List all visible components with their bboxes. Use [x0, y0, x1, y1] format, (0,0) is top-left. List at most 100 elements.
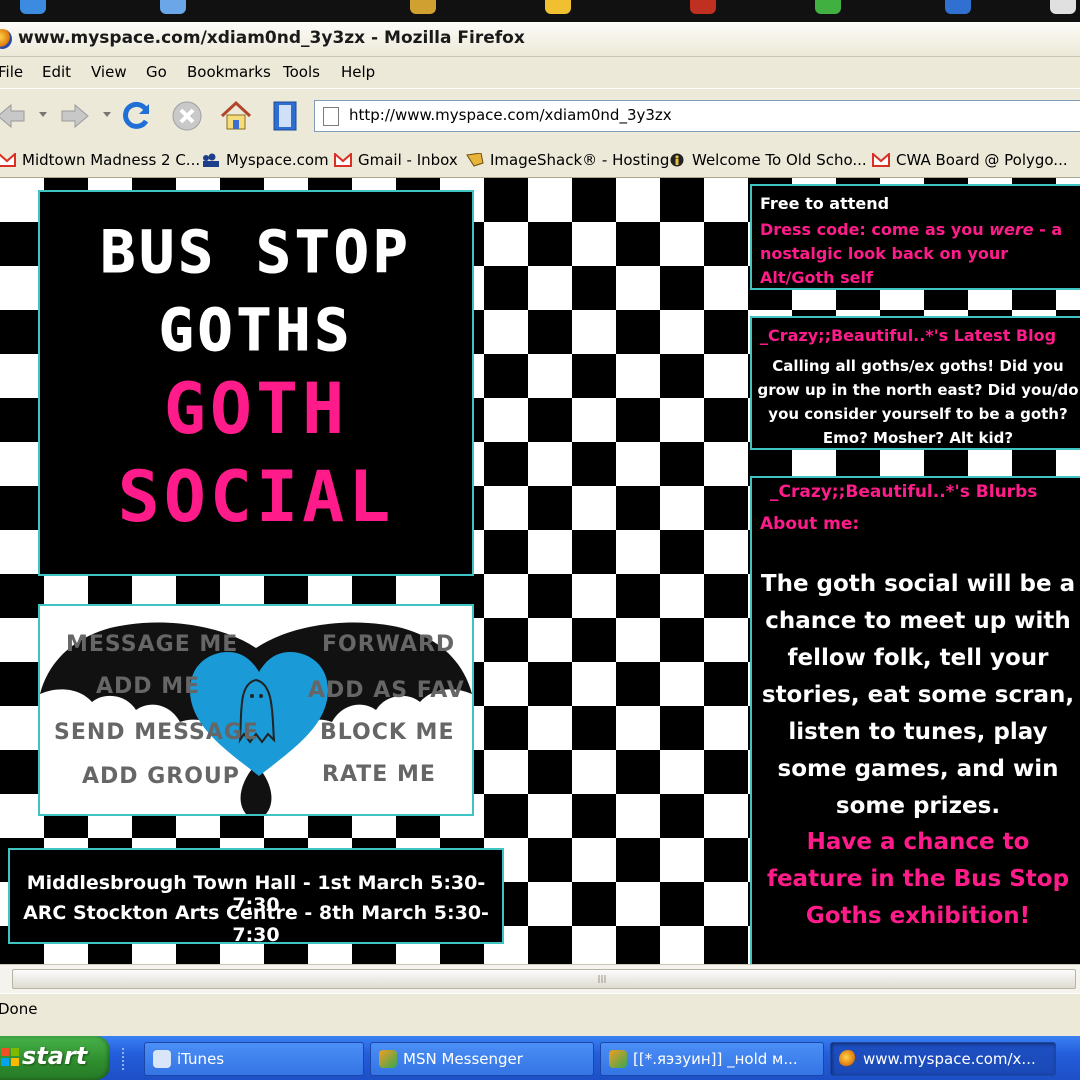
forward-arrow-icon[interactable] — [58, 99, 92, 133]
start-button[interactable]: start — [0, 1036, 110, 1080]
stop-icon[interactable] — [170, 99, 204, 133]
home-icon[interactable] — [219, 99, 253, 133]
desktop-icon[interactable] — [545, 0, 571, 14]
back-dropdown-icon[interactable] — [38, 111, 48, 119]
desktop-icon[interactable] — [1050, 0, 1076, 14]
message-me-button[interactable]: MESSAGE ME — [66, 632, 238, 657]
bookmark-item[interactable]: ImageShack® - Hosting — [466, 151, 669, 169]
reload-icon[interactable] — [120, 99, 154, 133]
menu-edit[interactable]: Edit — [42, 63, 71, 81]
window-title-bar[interactable]: www.myspace.com/xdiam0nd_3y3zx - Mozilla… — [0, 22, 1080, 57]
blurbs-panel: _Crazy;;Beautiful..*'s Blurbs About me: … — [750, 476, 1080, 964]
menu-bookmarks[interactable]: Bookmarks — [187, 63, 271, 81]
firefox-icon — [839, 1050, 857, 1068]
menu-go[interactable]: Go — [146, 63, 167, 81]
itunes-icon — [153, 1050, 171, 1068]
msn-icon — [609, 1050, 627, 1068]
gmail-icon — [0, 153, 16, 167]
bookmark-label: Midtown Madness 2 C... — [22, 151, 201, 169]
scrollbar-thumb[interactable] — [12, 969, 1076, 989]
url-input[interactable]: http://www.myspace.com/xdiam0nd_3y3zx — [314, 100, 1080, 132]
desktop-icon[interactable] — [160, 0, 186, 14]
blog-text[interactable]: Calling all goths/ex goths! Did you grow… — [756, 354, 1080, 450]
send-message-button[interactable]: SEND MESSAGE — [54, 720, 259, 745]
msn-icon — [379, 1050, 397, 1068]
taskbar: start iTunes MSN Messenger [[*.яэзуин]] … — [0, 1036, 1080, 1080]
navigation-toolbar: http://www.myspace.com/xdiam0nd_3y3zx — [0, 88, 1080, 146]
taskbar-item-label: [[*.яэзуин]] _ноld м... — [633, 1050, 798, 1068]
figure-icon — [670, 153, 684, 167]
menu-view[interactable]: View — [91, 63, 127, 81]
page-icon — [323, 107, 339, 126]
page-content: BUS STOP GOTHS GOTH SOCIAL MESSAGE ME FO… — [0, 178, 1080, 964]
taskbar-item-msn[interactable]: MSN Messenger — [370, 1042, 594, 1076]
imageshack-icon — [466, 153, 484, 167]
dress-code-part: Dress code: come as you — [760, 220, 990, 239]
rate-me-button[interactable]: RATE ME — [322, 762, 436, 787]
block-me-button[interactable]: BLOCK ME — [320, 720, 454, 745]
title-line-bus-stop: BUS STOP — [100, 218, 412, 287]
desktop-icon[interactable] — [410, 0, 436, 14]
bookmark-label: Gmail - Inbox — [358, 151, 458, 169]
gmail-icon — [334, 153, 352, 167]
bookmark-item[interactable]: Midtown Madness 2 C... — [0, 151, 200, 169]
bookmark-label: Myspace.com — [226, 151, 329, 169]
firefox-icon — [0, 29, 12, 49]
taskbar-item-chat[interactable]: [[*.яэзуин]] _ноld м... — [600, 1042, 824, 1076]
window-title: www.myspace.com/xdiam0nd_3y3zx - Mozilla… — [18, 28, 525, 48]
taskbar-item-itunes[interactable]: iTunes — [144, 1042, 364, 1076]
bookmark-item[interactable]: Myspace.com — [202, 151, 329, 169]
url-text: http://www.myspace.com/xdiam0nd_3y3zx — [349, 106, 672, 124]
add-group-button[interactable]: ADD GROUP — [82, 764, 240, 789]
bookmark-label: CWA Board @ Polygo... — [896, 151, 1068, 169]
event-title-panel: BUS STOP GOTHS GOTH SOCIAL — [38, 190, 474, 576]
desktop-icon[interactable] — [815, 0, 841, 14]
bookmark-label: ImageShack® - Hosting — [490, 151, 670, 169]
menu-file[interactable]: File — [0, 63, 23, 81]
desktop-icon[interactable] — [690, 0, 716, 14]
back-arrow-icon[interactable] — [0, 99, 28, 133]
taskbar-item-label: MSN Messenger — [403, 1050, 523, 1068]
taskbar-item-label: www.myspace.com/x... — [863, 1050, 1036, 1068]
about-me-body: The goth social will be a chance to meet… — [760, 571, 1076, 819]
dress-code-emphasis: were — [989, 220, 1034, 239]
add-me-button[interactable]: ADD ME — [96, 674, 200, 699]
menu-tools[interactable]: Tools — [283, 63, 320, 81]
forward-button[interactable]: FORWARD — [322, 632, 455, 657]
dress-code-text: Dress code: come as you were - a nostalg… — [760, 218, 1078, 290]
bookmarks-toolbar: Midtown Madness 2 C... Myspace.com Gmail… — [0, 145, 1080, 178]
desktop-icon[interactable] — [20, 0, 46, 14]
status-bar: Done — [0, 993, 1080, 1028]
latest-blog-panel: _Crazy;;Beautiful..*'s Latest Blog Calli… — [750, 316, 1080, 450]
gmail-icon — [872, 153, 890, 167]
grip-icon — [598, 975, 606, 983]
windows-logo-icon — [1, 1048, 19, 1066]
taskbar-item-firefox[interactable]: www.myspace.com/x... — [830, 1042, 1056, 1076]
blurbs-heading: _Crazy;;Beautiful..*'s Blurbs — [770, 482, 1038, 502]
title-line-social: SOCIAL — [117, 456, 395, 538]
forward-dropdown-icon[interactable] — [102, 111, 112, 119]
bookmark-label: Welcome To Old Scho... — [692, 151, 867, 169]
bookmark-item[interactable]: CWA Board @ Polygo... — [872, 151, 1068, 169]
desktop-icons-strip — [0, 0, 1080, 22]
horizontal-scrollbar[interactable] — [0, 964, 1080, 993]
bookmark-item[interactable]: Gmail - Inbox — [334, 151, 458, 169]
exhibition-highlight: Have a chance to feature in the Bus Stop… — [766, 829, 1070, 929]
bookmarks-sidebar-icon[interactable] — [268, 99, 302, 133]
menu-help[interactable]: Help — [341, 63, 375, 81]
taskbar-item-label: iTunes — [177, 1050, 225, 1068]
venue-line: ARC Stockton Arts Centre - 8th March 5:3… — [23, 902, 489, 946]
start-label: start — [22, 1042, 88, 1070]
bookmark-item[interactable]: Welcome To Old Scho... — [668, 151, 867, 169]
desktop-icon[interactable] — [945, 0, 971, 14]
free-to-attend: Free to attend — [760, 194, 890, 213]
info-panel: Free to attend Dress code: come as you w… — [750, 184, 1080, 290]
add-as-fav-button[interactable]: ADD AS FAV — [308, 678, 465, 703]
blog-heading: _Crazy;;Beautiful..*'s Latest Blog — [760, 326, 1057, 345]
taskbar-grip-icon — [122, 1048, 124, 1070]
about-me-label: About me: — [760, 514, 860, 534]
status-text: Done — [0, 1000, 38, 1018]
title-line-goth: GOTH — [163, 368, 349, 450]
venue-panel: Middlesbrough Town Hall - 1st March 5:30… — [8, 848, 504, 946]
title-line-goths: GOTHS — [158, 296, 354, 365]
